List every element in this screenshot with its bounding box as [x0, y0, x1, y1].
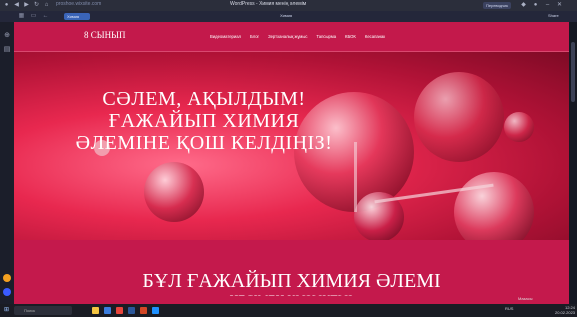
- molecule-sphere: [504, 112, 534, 142]
- molecule-sphere: [414, 72, 504, 162]
- reload-icon[interactable]: ↻: [33, 2, 40, 9]
- nav-item-blog[interactable]: Блог: [250, 34, 259, 39]
- site-navigation: 8 СЫНЫП Видеоматериал Блог Зертханалық ж…: [14, 22, 569, 52]
- hero-title: СӘЛЕМ, АҚЫЛДЫМ! ҒАЖАЙЫП ХИМИЯ ӘЛЕМІНЕ ҚО…: [75, 88, 333, 154]
- app-blue-icon[interactable]: [3, 288, 11, 296]
- arrow-icon[interactable]: ←: [42, 13, 49, 20]
- taskbar-search[interactable]: Поиск: [14, 306, 72, 315]
- nav-item-kbok[interactable]: КБОК: [345, 34, 356, 39]
- opera-icon[interactable]: [116, 307, 123, 314]
- minimize-icon[interactable]: –: [544, 2, 551, 9]
- nav-item-video[interactable]: Видеоматериал: [210, 34, 241, 39]
- section-subtitle: НЕСІМЕН ҚЫЗЫҚТЫ?: [14, 290, 569, 296]
- toolbar-mid-label[interactable]: Химия: [280, 13, 292, 18]
- section-intro: БҰЛ ҒАЖАЙЫП ХИМИЯ ӘЛЕМІ НЕСІМЕН ҚЫЗЫҚТЫ?: [14, 240, 569, 304]
- file-explorer-icon[interactable]: [92, 307, 99, 314]
- left-sidebar: ⊕ ▤: [0, 22, 14, 304]
- browser-titlebar: ● ◀ ▶ ↻ ⌂ proshoe.wixsite.com WordPress …: [0, 0, 577, 11]
- close-icon[interactable]: ✕: [556, 2, 563, 9]
- nav-item-tasks[interactable]: Тапсырма: [316, 34, 336, 39]
- home-icon[interactable]: ⌂: [43, 2, 50, 9]
- edge-icon[interactable]: [104, 307, 111, 314]
- translate-button[interactable]: Переводчик: [483, 2, 511, 9]
- molecule-sphere: [144, 162, 204, 222]
- telegram-icon[interactable]: [152, 307, 159, 314]
- powerpoint-icon[interactable]: [140, 307, 147, 314]
- sidebar-icon-1[interactable]: ⊕: [3, 32, 11, 40]
- language-indicator[interactable]: RUS: [505, 306, 513, 311]
- molecule-sphere: [454, 172, 534, 240]
- nav-item-lab[interactable]: Зертханалық жұмыс: [268, 34, 307, 39]
- forward-icon[interactable]: ▶: [23, 2, 30, 9]
- hero-banner: СӘЛЕМ, АҚЫЛДЫМ! ҒАЖАЙЫП ХИМИЯ ӘЛЕМІНЕ ҚО…: [14, 52, 569, 240]
- nav-links: Видеоматериал Блог Зертханалық жұмыс Тап…: [210, 34, 385, 39]
- nav-item-more[interactable]: Кесапанак: [365, 34, 385, 39]
- back-icon[interactable]: ◀: [13, 2, 20, 9]
- website: 8 СЫНЫП Видеоматериал Блог Зертханалық ж…: [14, 22, 569, 304]
- extensions-icon[interactable]: ◆: [520, 2, 527, 9]
- site-pill-button[interactable]: Химия: [64, 13, 90, 20]
- app-orange-icon[interactable]: [3, 274, 11, 282]
- windows-start-icon[interactable]: ⊞: [4, 307, 11, 314]
- weather-widget[interactable]: Мазасы: [518, 296, 533, 301]
- browser-toolbar: ▦ ▭ ← Химия Химия Share: [0, 11, 577, 22]
- clock[interactable]: 12:24 20.02.2023: [555, 305, 575, 315]
- tab-title: WordPress - Химия менің әлемім: [230, 1, 307, 7]
- profile-icon[interactable]: ●: [532, 2, 539, 9]
- scrollbar-thumb[interactable]: [571, 42, 575, 102]
- taskbar: ⊞ Поиск RUS 12:24 20.02.2023: [0, 304, 577, 317]
- word-icon[interactable]: [128, 307, 135, 314]
- sidebar-icon-2[interactable]: ▤: [3, 46, 11, 54]
- scrollbar[interactable]: [569, 22, 577, 304]
- molecule-bond: [354, 142, 357, 212]
- share-button[interactable]: Share: [548, 13, 559, 18]
- grid-icon[interactable]: ▦: [18, 13, 25, 20]
- site-brand[interactable]: 8 СЫНЫП: [84, 30, 125, 40]
- app-menu-icon[interactable]: ●: [3, 2, 10, 9]
- page-icon[interactable]: ▭: [30, 13, 37, 20]
- section-title: БҰЛ ҒАЖАЙЫП ХИМИЯ ӘЛЕМІ: [142, 270, 441, 292]
- address-bar[interactable]: proshoe.wixsite.com: [56, 1, 101, 7]
